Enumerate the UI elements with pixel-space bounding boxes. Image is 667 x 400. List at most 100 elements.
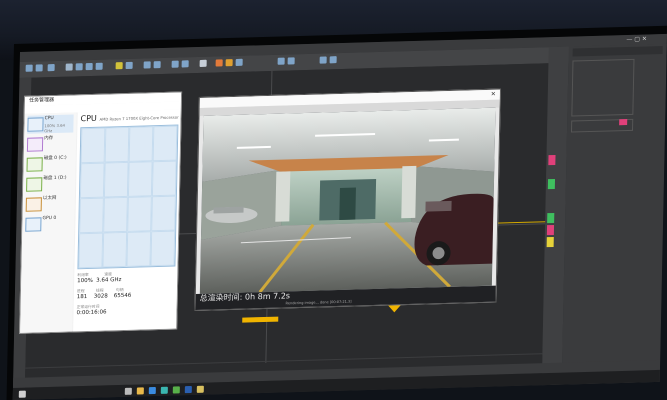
move-icon[interactable] [75, 63, 83, 71]
cpu-core-graph [128, 126, 154, 162]
render-setup-icon[interactable] [215, 59, 223, 67]
cpu-core-graph [127, 196, 152, 232]
browser-icon[interactable] [148, 387, 156, 395]
cpu-core-fill [128, 197, 151, 231]
snap-icon[interactable] [115, 62, 123, 70]
command-panel [561, 43, 667, 385]
parked-car-left-roof [213, 206, 244, 214]
accent-swatch-green-2[interactable] [547, 212, 555, 224]
sidebar-item-cpu[interactable]: CPU 100% 3.64 GHz [27, 114, 74, 134]
cpu-core-fill [80, 163, 104, 198]
hide-icon[interactable] [329, 56, 337, 64]
cpu-core-fill [80, 198, 103, 233]
performance-sidebar: CPU 100% 3.64 GHz 内存 磁盘 0 (C:) 磁盘 1 (D:)… [20, 112, 77, 333]
undo-icon[interactable] [25, 64, 33, 72]
elapsed-value: 0h 8m 7.2s [244, 291, 291, 302]
cpu-core-graph [150, 230, 176, 267]
accent-swatch-yellow[interactable] [546, 236, 554, 248]
task-manager-title: 任务管理器 [28, 97, 55, 104]
cpu-core-graph [152, 125, 178, 162]
panel-tabs[interactable] [572, 46, 663, 57]
explorer-icon[interactable] [136, 387, 144, 395]
sidebar-item-label: 磁盘 0 (C:) [43, 155, 67, 162]
panel-rollout[interactable] [571, 58, 635, 117]
threads-value: 3028 [93, 293, 108, 300]
sidebar-item-label: 内存 [44, 136, 54, 142]
layer-icon[interactable] [171, 60, 179, 68]
max-icon[interactable] [160, 386, 168, 394]
start-icon[interactable] [18, 390, 26, 398]
scale-icon[interactable] [95, 62, 103, 70]
cpu-core-fill [128, 162, 152, 196]
selected-object-tag[interactable] [242, 316, 279, 323]
sidebar-item-disk0[interactable]: 磁盘 0 (C:) [26, 154, 72, 173]
photo-icon[interactable] [184, 386, 192, 394]
parked-car-right [425, 200, 452, 212]
taskmgr-icon[interactable] [172, 386, 180, 394]
cpu-core-fill [127, 232, 151, 266]
cpu-core-graph [103, 196, 128, 233]
search-icon[interactable] [124, 387, 132, 395]
cpu-core-graphs [77, 124, 179, 270]
cpu-core-graph [80, 127, 106, 164]
accent-swatch-green[interactable] [547, 178, 556, 190]
processes-value: 181 [76, 293, 88, 301]
render-frame-window[interactable]: ✕ 总渲染时间: 0h 8m 7.2s Rendering image... d… [194, 88, 501, 311]
cpu-core-graph [151, 160, 177, 197]
cpu-core-graph [102, 231, 128, 268]
color-swatch-pink[interactable] [619, 118, 628, 126]
cpu-core-graph [104, 126, 130, 163]
viewport-layout-icon[interactable] [287, 57, 295, 65]
curve-editor-icon[interactable] [181, 60, 189, 68]
cpu-core-fill [129, 127, 153, 161]
sidebar-item-label: 磁盘 1 (D:) [43, 175, 67, 182]
gpu-thumbnail [25, 217, 42, 232]
cpu-core-fill [152, 196, 175, 231]
memory-thumbnail [26, 137, 44, 152]
window-controls[interactable]: — ▢ ✕ [626, 34, 647, 45]
cpu-core-graph [151, 195, 176, 232]
link-icon[interactable] [47, 64, 55, 72]
sidebar-item-label: 以太网 [42, 195, 57, 202]
rotate-icon[interactable] [85, 62, 93, 71]
task-manager-window[interactable]: 任务管理器 CPU 100% 3.64 GHz 内存 磁盘 0 (C:) 磁盘 … [19, 91, 183, 334]
sidebar-item-gpu[interactable]: GPU 0 [25, 214, 71, 233]
cpu-core-fill [153, 126, 177, 161]
sidebar-item-ethernet[interactable]: 以太网 [25, 194, 72, 213]
cpu-core-graph [79, 162, 105, 199]
mirror-icon[interactable] [143, 61, 151, 69]
elapsed-label: 总渲染时间: [199, 292, 243, 303]
cpu-core-fill [81, 128, 105, 163]
rendered-image [199, 107, 496, 294]
angle-snap-icon[interactable] [125, 61, 133, 70]
cpu-thumbnail [27, 117, 44, 132]
align-icon[interactable] [153, 61, 161, 69]
uptime-value: 0:00:16:06 [76, 309, 107, 317]
ethernet-thumbnail [25, 197, 42, 212]
cpu-core-graph [126, 231, 152, 267]
pillar-left [275, 171, 291, 222]
accent-swatch-pink[interactable] [548, 154, 556, 166]
sidebar-item-sub: 100% 3.64 GHz [44, 122, 66, 134]
cpu-core-fill [79, 233, 103, 268]
render-frame-icon[interactable] [235, 58, 243, 66]
cpu-core-fill [151, 231, 175, 266]
sidebar-item-memory[interactable]: 内存 [26, 134, 73, 153]
select-icon[interactable] [65, 63, 73, 71]
render-icon[interactable] [225, 59, 233, 67]
accent-swatch-pink-2[interactable] [546, 224, 555, 236]
cpu-core-fill [104, 197, 127, 232]
cpu-core-graph [127, 161, 153, 197]
render-close-icon[interactable]: ✕ [491, 91, 496, 99]
sidebar-item-disk1[interactable]: 磁盘 1 (D:) [26, 174, 72, 193]
sidebar-item-label: CPU [44, 116, 54, 122]
plant [339, 187, 356, 220]
isolate-icon[interactable] [319, 56, 327, 64]
scene-explorer-icon[interactable] [277, 57, 285, 65]
material-editor-icon[interactable] [199, 59, 207, 67]
garage-render-svg [199, 107, 496, 294]
cpu-core-graph [103, 161, 129, 198]
folder-icon[interactable] [196, 385, 204, 393]
pillar-right [401, 165, 417, 219]
redo-icon[interactable] [35, 64, 43, 72]
